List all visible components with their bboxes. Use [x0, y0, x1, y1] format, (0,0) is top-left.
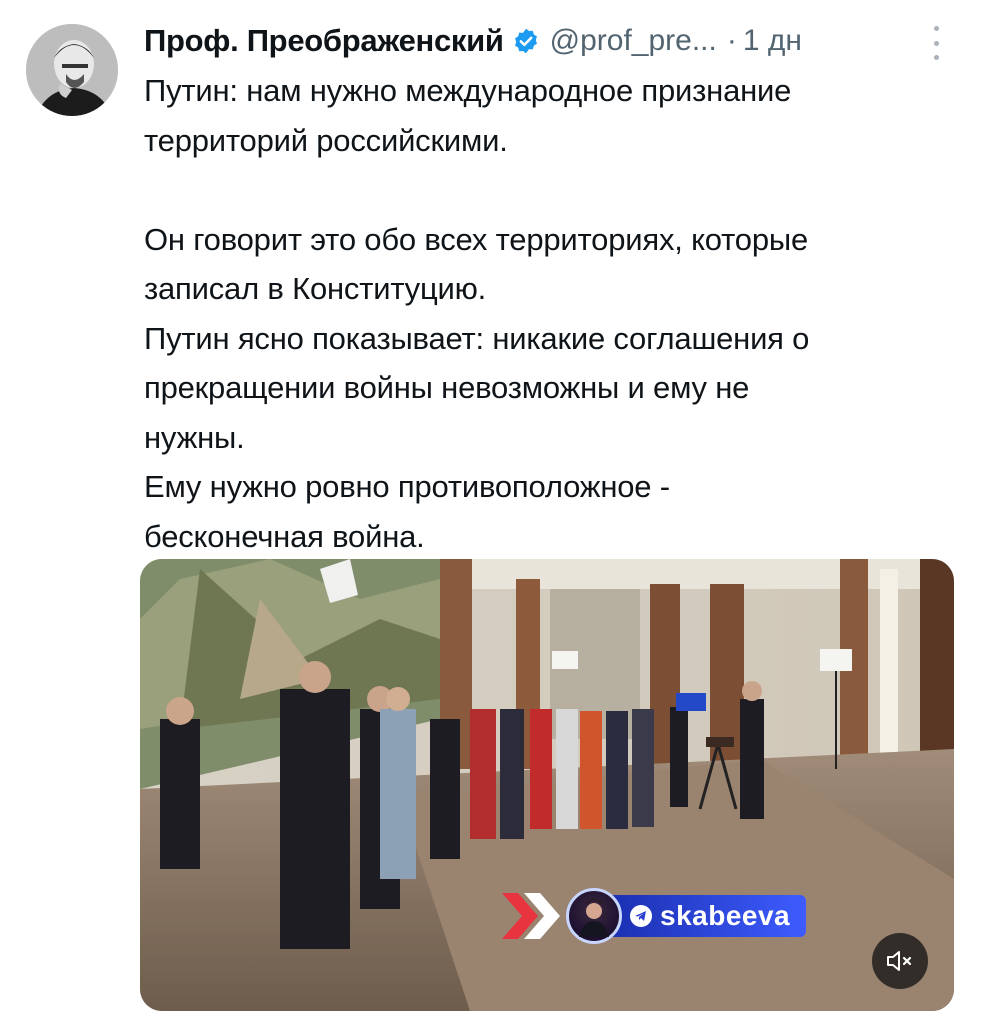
tweet-line: прекращении войны невозможны и ему не — [144, 370, 750, 405]
telegram-icon — [630, 905, 652, 927]
tweet-line: Путин: нам нужно международное признание — [144, 73, 792, 108]
chevrons-icon — [502, 893, 560, 939]
header-separator: · — [726, 24, 737, 57]
video-player[interactable]: skabeeva — [140, 559, 954, 1011]
watermark-text: skabeeva — [660, 900, 791, 931]
tweet-timestamp[interactable]: 1 дн — [743, 24, 802, 58]
tweet-body: Путин: нам нужно международное признание… — [144, 66, 959, 561]
author-handle[interactable]: @prof_pre... — [550, 24, 717, 58]
unmute-button[interactable] — [872, 933, 928, 989]
tweet-line: Ему нужно ровно противоположное - — [144, 469, 670, 504]
tweet-line: территорий российскими. — [144, 122, 508, 158]
verified-badge-icon — [512, 27, 540, 55]
volume-muted-icon — [887, 951, 912, 971]
channel-watermark: skabeeva — [502, 887, 807, 945]
more-dot-icon — [933, 55, 939, 60]
more-dot-icon — [933, 26, 939, 31]
tweet-line: записал в Конституцию. — [144, 271, 487, 306]
author-avatar[interactable] — [26, 24, 118, 116]
tweet-line: бесконечная война. — [144, 518, 425, 554]
tweet-line: Он говорит это обо всех территориях, кот… — [144, 221, 808, 257]
avatar-portrait-icon — [26, 24, 118, 116]
channel-logo — [566, 888, 622, 944]
author-display-name[interactable]: Проф. Преображенский — [144, 23, 504, 59]
watermark-pill: skabeeva — [608, 895, 807, 937]
tweet-header: Проф. Преображенский @prof_pre... · 1 дн — [144, 18, 802, 64]
tweet-line: Путин ясно показывает: никакие соглашени… — [144, 320, 810, 356]
more-options-button[interactable] — [924, 26, 948, 60]
tweet[interactable]: Проф. Преображенский @prof_pre... · 1 дн… — [0, 0, 981, 1024]
more-dot-icon — [933, 40, 939, 46]
tweet-line: нужны. — [144, 419, 245, 455]
